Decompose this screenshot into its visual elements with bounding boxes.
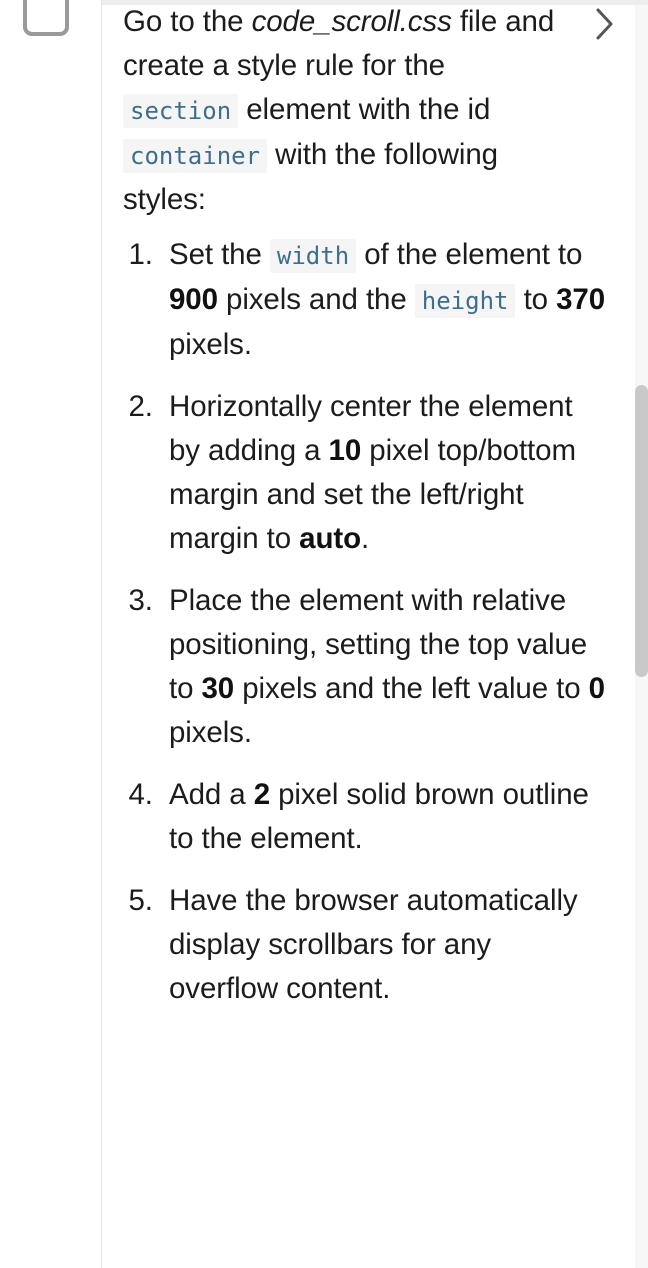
- page-scrollbar-track[interactable]: [635, 5, 648, 1268]
- instructions-intro: Go to the code_scroll.css file and creat…: [102, 0, 648, 222]
- list-item: Horizontally center the element by addin…: [161, 385, 608, 561]
- list-item: Set the width of the element to 900 pixe…: [161, 233, 608, 367]
- list-item-text: .: [361, 522, 370, 555]
- emphasis-value: 0: [588, 672, 605, 705]
- emphasis-value: 2: [253, 778, 271, 811]
- step-marker-box[interactable]: [23, 0, 69, 36]
- instructions-panel: Go to the code_scroll.css file and creat…: [102, 0, 648, 1268]
- list-item-text: of the element to: [356, 238, 583, 271]
- list-item-text: pixels.: [169, 328, 252, 361]
- list-item: Have the browser automatically display s…: [161, 879, 608, 1011]
- list-item-text: pixels.: [169, 716, 252, 749]
- list-item: Add a 2 pixel solid brown outline to the…: [161, 773, 608, 861]
- list-item-text: Have the browser automatically display s…: [169, 884, 578, 1005]
- emphasis-value: 900: [169, 283, 218, 316]
- list-item-text: pixels and the: [217, 283, 415, 316]
- left-gutter: [0, 0, 102, 1268]
- list-item-text: to: [515, 283, 557, 316]
- inline-code: height: [414, 284, 516, 318]
- styles-list: Set the width of the element to 900 pixe…: [102, 233, 648, 1011]
- emphasis-value: 370: [556, 283, 605, 316]
- screen-root: Go to the code_scroll.css file and creat…: [0, 0, 648, 1268]
- emphasis-value: auto: [299, 522, 362, 555]
- list-item: Place the element with relative position…: [161, 579, 608, 755]
- list-item-text: Set the: [169, 238, 270, 271]
- emphasis-value: 30: [201, 672, 235, 705]
- list-item-text: pixels and the left value to: [234, 672, 589, 705]
- code-container: container: [123, 139, 268, 173]
- page-scrollbar-thumb[interactable]: [635, 385, 648, 677]
- inline-code: width: [269, 239, 357, 273]
- intro-part-3: element with the id: [238, 93, 491, 126]
- emphasis-value: 10: [328, 434, 362, 467]
- list-item-text: Add a: [169, 778, 254, 811]
- intro-part-1: Go to the: [123, 5, 252, 38]
- filename-text: code_scroll.css: [251, 5, 452, 38]
- code-section: section: [123, 94, 239, 128]
